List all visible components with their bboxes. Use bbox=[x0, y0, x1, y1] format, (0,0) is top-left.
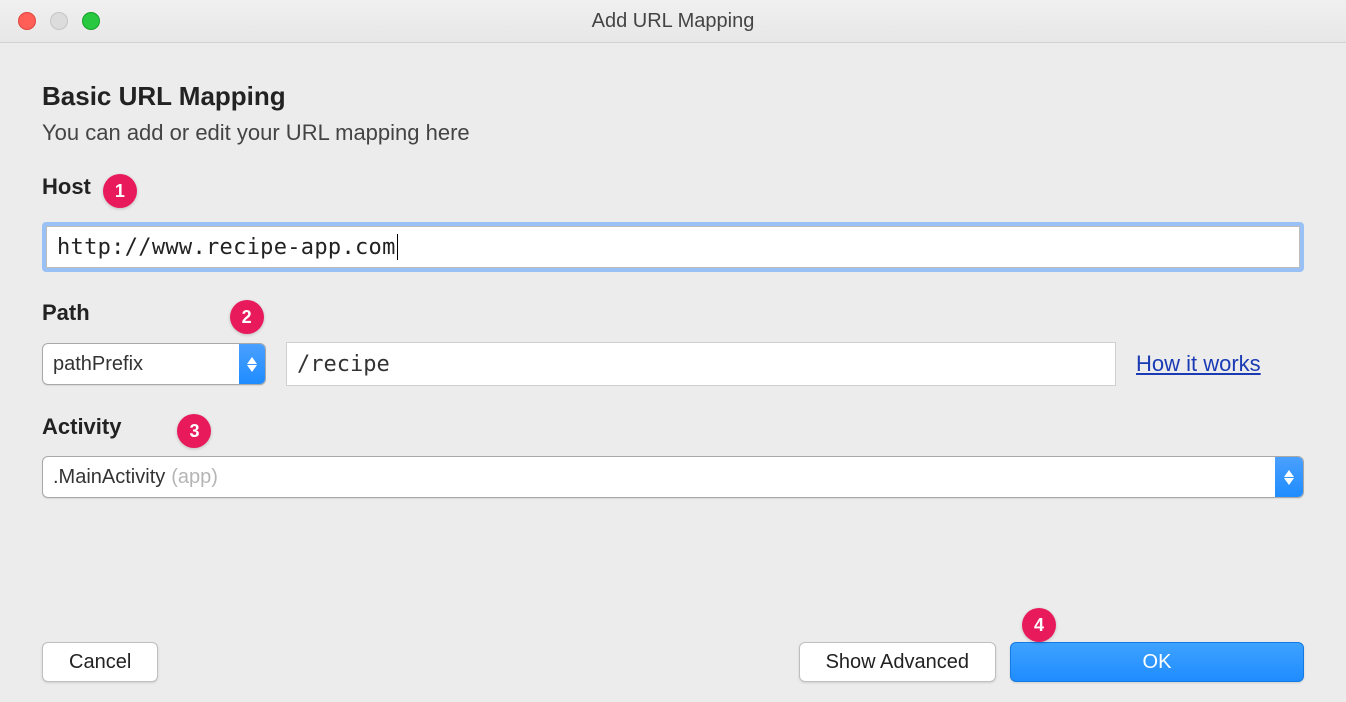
path-type-select[interactable]: pathPrefix bbox=[42, 343, 266, 385]
dialog-button-row: Cancel Show Advanced 4 OK bbox=[42, 642, 1304, 682]
show-advanced-button[interactable]: Show Advanced bbox=[799, 642, 996, 682]
cancel-button-label: Cancel bbox=[69, 651, 131, 674]
chevron-updown-icon bbox=[1275, 457, 1303, 497]
show-advanced-label: Show Advanced bbox=[826, 651, 969, 674]
ok-button[interactable]: OK bbox=[1010, 642, 1304, 682]
annotation-badge-3: 3 bbox=[177, 414, 211, 448]
path-label: Path bbox=[42, 300, 90, 326]
host-label: Host bbox=[42, 174, 91, 200]
path-type-select-value: pathPrefix bbox=[53, 353, 143, 376]
page-subheading: You can add or edit your URL mapping her… bbox=[42, 120, 1304, 146]
host-section: Host 1 http://www.recipe-app.com bbox=[42, 174, 1304, 272]
host-input-value: http://www.recipe-app.com bbox=[57, 235, 396, 260]
path-section: Path 2 pathPrefix /recipe How it works bbox=[42, 300, 1304, 386]
annotation-badge-2: 2 bbox=[230, 300, 264, 334]
window-title: Add URL Mapping bbox=[0, 0, 1346, 42]
right-button-group: Show Advanced 4 OK bbox=[799, 642, 1304, 682]
activity-label: Activity bbox=[42, 414, 121, 440]
activity-select-secondary: (app) bbox=[171, 466, 218, 489]
annotation-badge-1: 1 bbox=[103, 174, 137, 208]
page-heading: Basic URL Mapping bbox=[42, 81, 1304, 112]
annotation-badge-4: 4 bbox=[1022, 608, 1056, 642]
activity-section: Activity 3 .MainActivity (app) bbox=[42, 414, 1304, 498]
titlebar: Add URL Mapping bbox=[0, 0, 1346, 43]
path-input[interactable]: /recipe bbox=[286, 342, 1116, 386]
host-input-focus-ring: http://www.recipe-app.com bbox=[42, 222, 1304, 272]
chevron-updown-icon bbox=[239, 344, 265, 384]
activity-select[interactable]: .MainActivity (app) bbox=[42, 456, 1304, 498]
host-input[interactable]: http://www.recipe-app.com bbox=[46, 226, 1300, 268]
dialog-content: Basic URL Mapping You can add or edit yo… bbox=[0, 43, 1346, 498]
activity-select-value: .MainActivity bbox=[53, 466, 165, 489]
text-caret bbox=[397, 234, 398, 260]
path-input-value: /recipe bbox=[297, 352, 390, 377]
ok-button-label: OK bbox=[1037, 651, 1277, 674]
cancel-button[interactable]: Cancel bbox=[42, 642, 158, 682]
how-it-works-link[interactable]: How it works bbox=[1136, 351, 1261, 377]
